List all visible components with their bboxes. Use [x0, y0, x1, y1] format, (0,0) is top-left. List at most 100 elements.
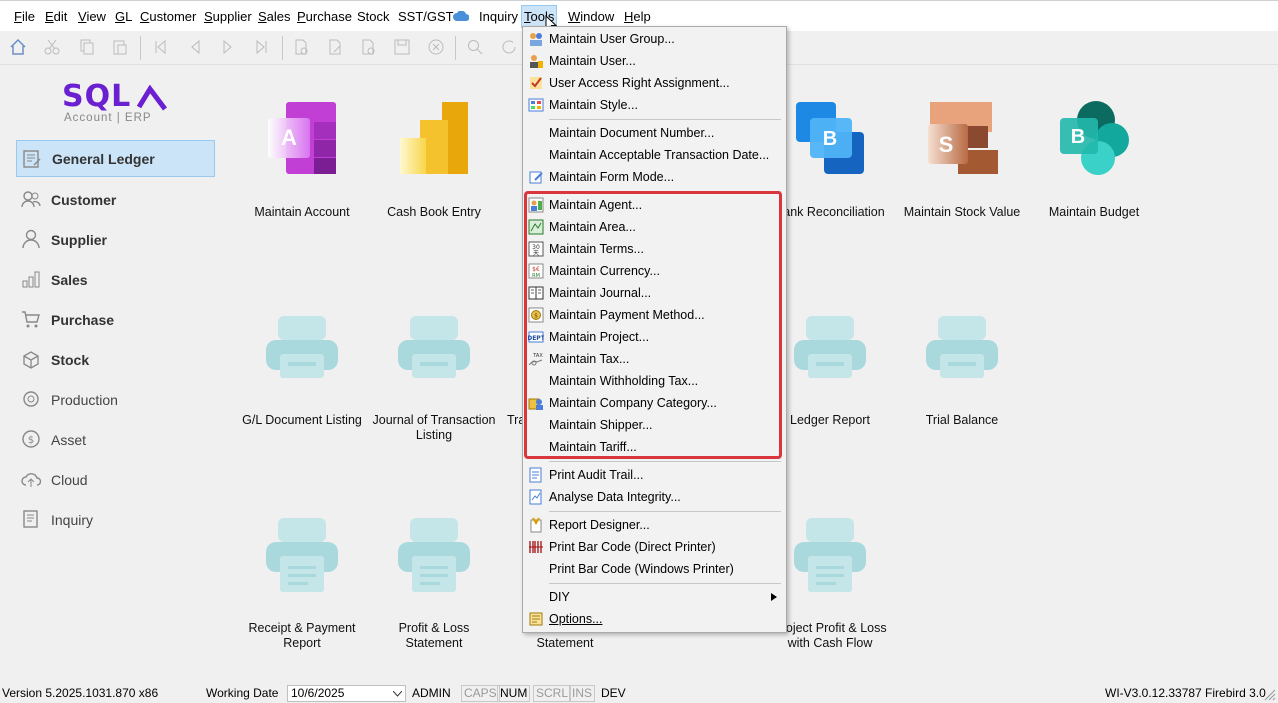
menu-item-analyse-data-integrity[interactable]: Analyse Data Integrity...	[523, 486, 786, 508]
sidebar-item-asset[interactable]: $ Asset	[16, 421, 215, 458]
first-record-icon[interactable]	[150, 37, 170, 57]
menu-item-maintain-style[interactable]: Maintain Style...	[523, 94, 786, 116]
barcode-icon	[529, 541, 543, 553]
prior-record-icon[interactable]	[185, 37, 205, 57]
home-icon[interactable]	[8, 37, 28, 57]
user-label: ADMIN	[412, 686, 451, 700]
menu-item-maintain-user-group[interactable]: Maintain User Group...	[523, 28, 786, 50]
menu-stock[interactable]: Stock	[355, 6, 392, 27]
server-version-label: WI-V3.0.12.33787 Firebird 3.0	[1105, 686, 1266, 700]
new-document-icon[interactable]	[291, 37, 311, 57]
refresh-icon[interactable]	[499, 37, 519, 57]
svg-text:B: B	[823, 128, 837, 150]
ins-indicator: INS	[569, 685, 596, 702]
delete-document-icon[interactable]	[358, 37, 378, 57]
menu-customer[interactable]: Customer	[138, 6, 198, 27]
sidebar-item-cloud[interactable]: Cloud	[16, 461, 215, 498]
stock-box-icon	[23, 351, 39, 369]
sidebar-item-inquiry[interactable]: Inquiry	[16, 501, 215, 538]
tile-trial-balance[interactable]: Trial Balance	[896, 314, 1028, 434]
inquiry-document-icon	[23, 510, 38, 528]
audit-trail-icon	[529, 467, 542, 483]
menu-view[interactable]: View	[76, 6, 108, 27]
printer-icon	[398, 316, 470, 378]
report-designer-icon	[530, 517, 542, 533]
last-record-icon[interactable]	[252, 37, 272, 57]
tile-maintain-budget[interactable]: B Maintain Budget	[1028, 100, 1160, 225]
menu-purchase[interactable]: Purchase	[295, 6, 354, 27]
menu-separator	[549, 119, 781, 120]
printer-icon	[398, 518, 470, 592]
next-record-icon[interactable]	[218, 37, 238, 57]
toolbar-separator	[140, 36, 141, 60]
tile-gl-document-listing[interactable]: G/L Document Listing	[236, 314, 368, 434]
menu-item-diy[interactable]: DIY	[523, 586, 786, 608]
sidebar-item-purchase[interactable]: Purchase	[16, 301, 215, 338]
printer-icon	[266, 518, 338, 592]
tile-balance-sheet-statement[interactable]: Statement	[499, 636, 631, 652]
svg-text:S: S	[939, 132, 954, 157]
menu-help[interactable]: Help	[622, 6, 653, 27]
search-icon[interactable]	[465, 37, 485, 57]
menu-item-maintain-acceptable-transaction-date[interactable]: Maintain Acceptable Transaction Date...	[523, 144, 786, 166]
printer-icon	[794, 316, 866, 378]
menu-item-user-access-right[interactable]: User Access Right Assignment...	[523, 72, 786, 94]
menu-supplier[interactable]: Supplier	[202, 6, 254, 27]
sidebar-item-label: Stock	[51, 351, 90, 368]
tile-maintain-stock-value[interactable]: S Maintain Stock Value	[896, 100, 1028, 225]
cart-icon	[22, 311, 40, 328]
sidebar-item-sales[interactable]: Sales	[16, 261, 215, 298]
stock-value-icon: S	[928, 102, 998, 174]
tile-label: Maintain Account	[254, 205, 350, 219]
menu-inquiry[interactable]: Inquiry	[477, 6, 520, 27]
options-icon	[529, 612, 543, 626]
tile-profit-loss-statement[interactable]: Profit & Loss Statement	[368, 516, 500, 652]
cut-icon[interactable]	[42, 37, 62, 57]
tile-label: Journal of Transaction	[372, 413, 496, 427]
menu-item-print-bar-code-direct[interactable]: Print Bar Code (Direct Printer)	[523, 536, 786, 558]
user-lock-icon	[530, 55, 543, 68]
cash-book-chart-icon	[400, 102, 468, 174]
resize-grip-icon[interactable]	[1264, 689, 1276, 701]
paste-icon[interactable]	[110, 37, 130, 57]
menu-separator	[549, 461, 781, 462]
tile-maintain-account[interactable]: A Maintain Account	[236, 100, 368, 225]
svg-text:B: B	[1071, 126, 1085, 148]
tile-receipt-payment-report[interactable]: Receipt & Payment Report	[236, 516, 368, 652]
menu-file[interactable]: File	[12, 6, 37, 27]
edit-document-icon[interactable]	[325, 37, 345, 57]
save-icon[interactable]	[392, 37, 412, 57]
menu-item-options[interactable]: Options...	[523, 608, 786, 630]
copy-icon[interactable]	[77, 37, 97, 57]
sidebar-item-supplier[interactable]: Supplier	[16, 221, 215, 258]
sidebar-item-label: Sales	[51, 271, 88, 288]
menu-sales[interactable]: Sales	[256, 6, 293, 27]
menu-item-print-audit-trail[interactable]: Print Audit Trail...	[523, 464, 786, 486]
menu-item-report-designer[interactable]: Report Designer...	[523, 514, 786, 536]
menu-item-maintain-user[interactable]: Maintain User...	[523, 50, 786, 72]
tile-label: Maintain Stock Value	[903, 205, 1021, 219]
cancel-icon[interactable]	[426, 37, 446, 57]
bank-reconciliation-icon: B	[796, 102, 864, 174]
sidebar-item-label: Asset	[51, 431, 87, 448]
menu-window[interactable]: Window	[566, 6, 616, 27]
menu-item-maintain-document-number[interactable]: Maintain Document Number...	[523, 122, 786, 144]
menu-item-maintain-form-mode[interactable]: Maintain Form Mode...	[523, 166, 786, 188]
sidebar-item-customer[interactable]: Customer	[16, 181, 215, 218]
working-date-label: Working Date	[206, 686, 279, 700]
tile-journal-of-transaction-listing[interactable]: Journal of Transaction Listing	[368, 314, 500, 444]
sidebar-item-stock[interactable]: Stock	[16, 341, 215, 378]
menu-item-print-bar-code-windows[interactable]: Print Bar Code (Windows Printer)	[523, 558, 786, 580]
tile-label: Statement	[536, 636, 594, 650]
menu-gl[interactable]: GL	[113, 6, 134, 27]
tile-cash-book-entry[interactable]: Cash Book Entry	[368, 100, 500, 225]
supplier-icon	[22, 229, 40, 249]
printer-icon	[794, 518, 866, 592]
sidebar-item-general-ledger[interactable]: General Ledger	[16, 140, 215, 177]
sidebar-item-production[interactable]: Production	[16, 381, 215, 418]
svg-text:$: $	[28, 435, 34, 446]
menu-edit[interactable]: Edit	[43, 6, 69, 27]
tile-label: G/L Document Listing	[242, 413, 362, 427]
working-date-field[interactable]: 10/6/2025	[287, 685, 406, 702]
menu-sst-gst[interactable]: SST/GST	[396, 6, 456, 27]
